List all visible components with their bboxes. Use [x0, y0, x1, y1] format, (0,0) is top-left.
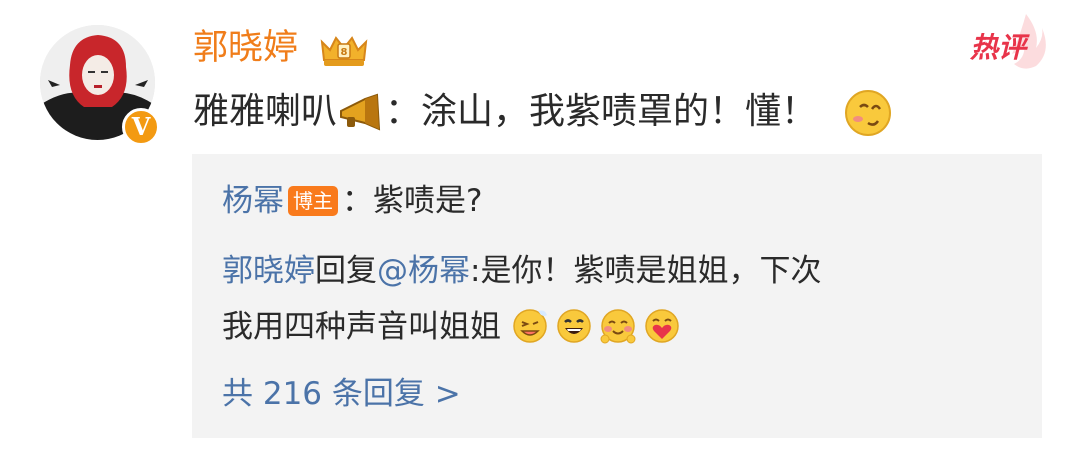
hot-comment-tag: 热评	[970, 31, 1027, 64]
heart-hug-emoji-icon	[645, 309, 679, 343]
svg-text:8: 8	[341, 47, 348, 58]
reply-item: 杨幂 博主 ：紫啧是?	[222, 179, 482, 223]
more-replies-link[interactable]: 共 216 条回复 >	[222, 372, 461, 416]
verified-v-icon: V	[122, 108, 160, 146]
reply-text-line1: :是你！紫啧是姐姐，下次	[470, 253, 822, 289]
reply-item-continued: 我用四种声音叫姐姐	[222, 305, 687, 349]
reply-item: 郭晓婷回复@杨幂:是你！紫啧是姐姐，下次	[222, 249, 821, 293]
author-badge: 博主	[288, 186, 338, 216]
reply-mention[interactable]: @杨幂	[377, 253, 470, 289]
comment-body: ：涂山，我紫啧罩的！懂！	[385, 91, 818, 132]
vip-crown-icon: 8	[320, 36, 368, 66]
reply-text: ：紫啧是?	[342, 183, 483, 219]
comment-text: 雅雅喇叭 ：涂山，我紫啧罩的！懂！	[193, 86, 894, 139]
reply-action: 回复	[315, 253, 377, 289]
megaphone-icon	[340, 93, 381, 131]
comment-prefix: 雅雅喇叭	[193, 91, 338, 132]
wink-emoji-icon	[513, 309, 547, 343]
blush-emoji-icon	[600, 309, 636, 344]
reply-text-line2: 我用四种声音叫姐姐	[222, 309, 501, 345]
reply-author[interactable]: 杨幂	[222, 183, 284, 219]
reply-box: 杨幂 博主 ：紫啧是? 郭晓婷回复@杨幂:是你！紫啧是姐姐，下次 我用四种声音叫姐姐	[192, 154, 1042, 438]
verified-letter: V	[131, 112, 151, 141]
smirk-emoji-icon	[845, 90, 892, 136]
reply-author[interactable]: 郭晓婷	[222, 253, 315, 289]
laughing-emoji-icon	[557, 309, 591, 343]
comment-username[interactable]: 郭晓婷	[193, 24, 298, 72]
